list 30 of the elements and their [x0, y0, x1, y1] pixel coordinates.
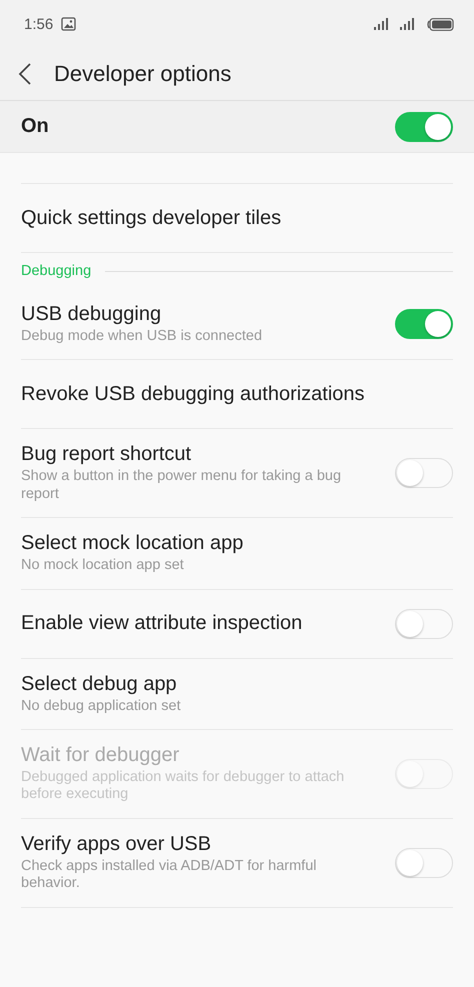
setting-row[interactable]: Select debug app No debug application set — [21, 658, 453, 730]
setting-title: Verify apps over USB — [21, 832, 212, 856]
setting-row[interactable]: USB debugging Debug mode when USB is connected — [21, 289, 453, 360]
setting-summary: No debug application set — [21, 698, 182, 715]
page-title: Developer options — [54, 61, 232, 87]
setting-title: Select debug app — [21, 672, 178, 696]
master-switch-label: On — [21, 115, 49, 138]
setting-title: Quick settings developer tiles — [21, 206, 282, 230]
status-time: 1:56 — [24, 16, 54, 32]
setting-row[interactable]: Enable view attribute inspection — [21, 590, 453, 659]
setting-row[interactable]: Quick settings developer tiles — [21, 184, 453, 253]
battery-icon — [426, 18, 454, 30]
image-icon — [61, 17, 76, 31]
setting-summary: No mock location app set — [21, 557, 185, 575]
setting-title: Enable view attribute inspection — [21, 612, 304, 636]
section-header: Debugging — [21, 263, 92, 279]
setting-summary: Show a button in the power menu for taking a bug report — [21, 468, 342, 504]
setting-row[interactable]: Select mock location app No mock location app set — [21, 518, 453, 590]
setting-title: Bug report shortcut — [21, 443, 192, 466]
setting-title: USB debugging — [21, 303, 162, 326]
setting-row[interactable]: Bug report shortcut Show a button in the power menu for taking a bug report — [21, 429, 453, 518]
setting-title: Revoke USB debugging authorizations — [21, 382, 366, 406]
setting-summary: Debug mode when USB is connected — [21, 328, 264, 346]
toggle-switch[interactable] — [395, 112, 453, 142]
toggle-switch[interactable] — [395, 309, 453, 340]
setting-title: Select mock location app — [21, 532, 244, 556]
setting-row[interactable]: Verify apps over USB Check apps installed via ADB/ADT for harmful behavior. — [21, 818, 453, 908]
setting-summary: Check apps installed via ADB/ADT for harmful behavior. — [21, 858, 318, 893]
setting-title: Wait for debugger — [21, 744, 180, 767]
setting-row[interactable]: Revoke USB debugging authorizations — [21, 360, 453, 430]
